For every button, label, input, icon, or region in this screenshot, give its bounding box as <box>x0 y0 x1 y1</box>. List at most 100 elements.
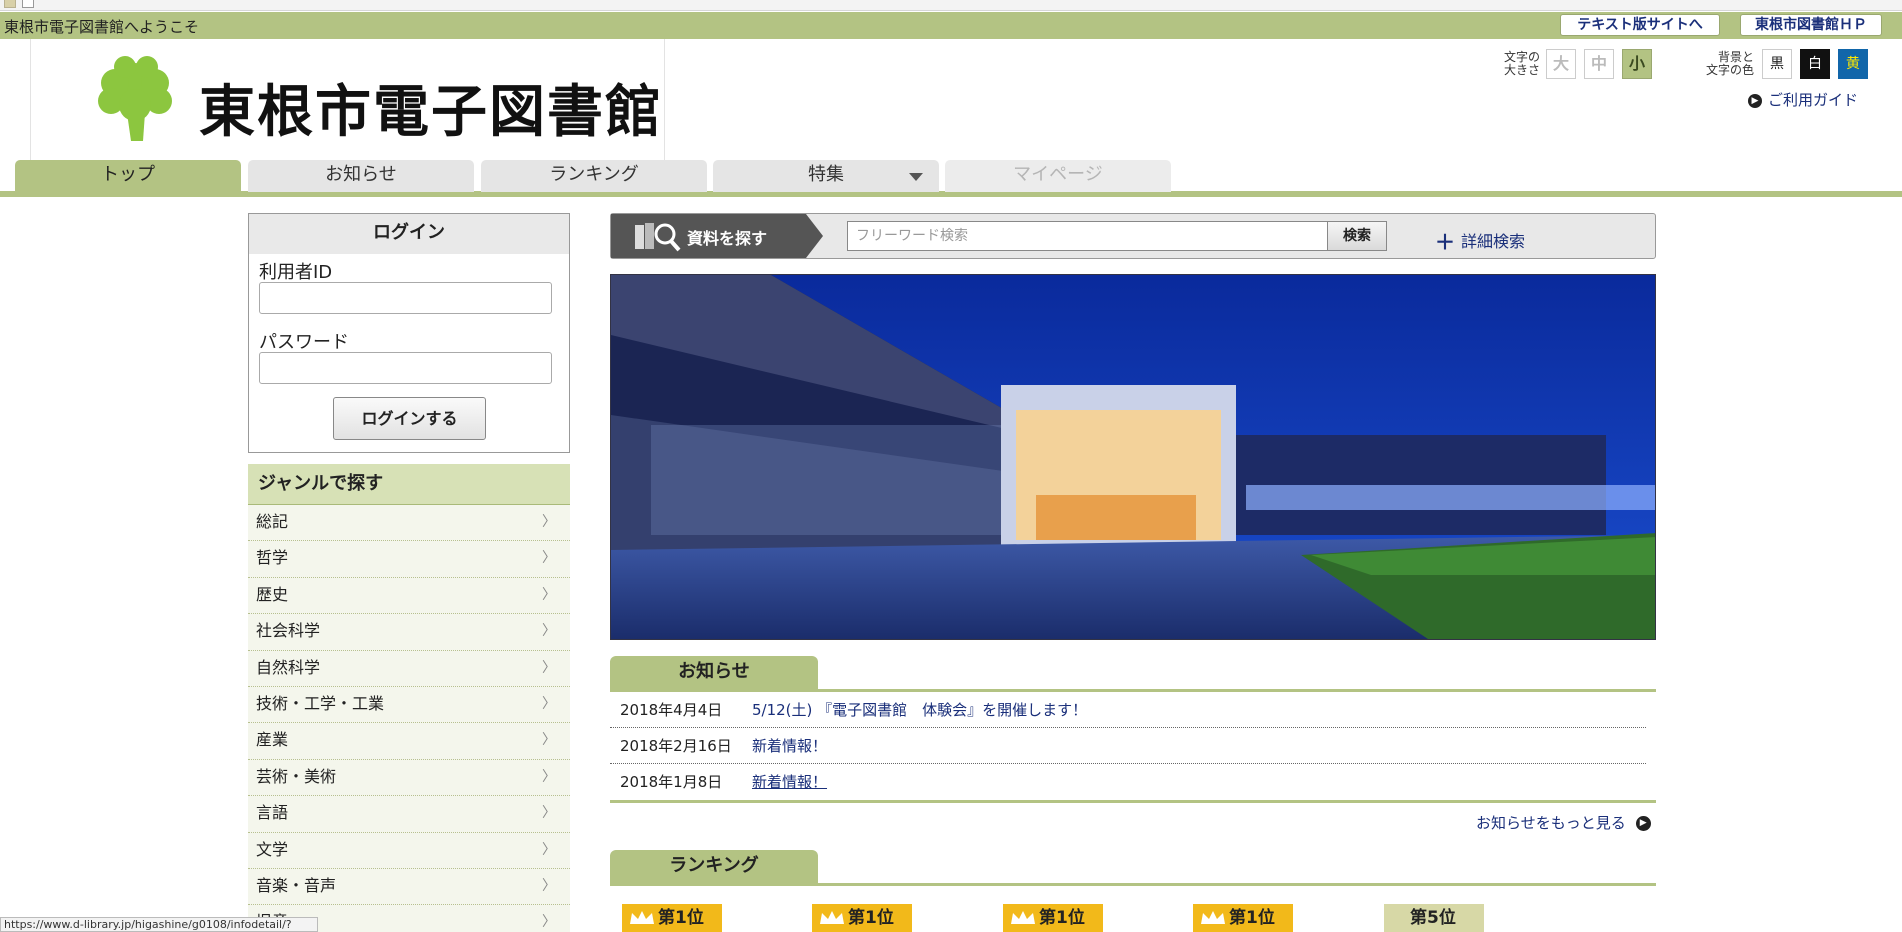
color-white-button[interactable]: 白 <box>1800 49 1830 79</box>
rank-badge: 第1位 <box>1003 904 1103 932</box>
notice-row[interactable]: 2018年1月8日 新着情報！ <box>610 764 1646 800</box>
login-heading: ログイン <box>249 214 569 254</box>
library-hp-link[interactable]: 東根市図書館ＨＰ <box>1740 14 1882 36</box>
genre-heading: ジャンルで探す <box>248 464 570 505</box>
usage-guide-label: ご利用ガイド <box>1768 91 1859 109</box>
rank-badge: 第5位 <box>1384 904 1484 932</box>
site-header: 東根市電子図書館 文字の 大きさ 大 中 小 背景と 文字の色 黒 白 黄 ▶ ご… <box>0 39 1902 160</box>
genre-item-language[interactable]: 言語 〉 <box>248 796 570 833</box>
notice-date: 2018年4月4日 <box>620 701 723 719</box>
font-size-large-button[interactable]: 大 <box>1546 49 1576 79</box>
tab-ranking[interactable]: ランキング <box>481 160 707 192</box>
notices-heading: お知らせ <box>610 656 818 690</box>
more-notices-link[interactable]: お知らせをもっと見る ▶ <box>1476 812 1651 833</box>
tab-top[interactable]: トップ <box>15 160 241 192</box>
genre-item-label: 社会科学 <box>256 621 321 641</box>
ranking-heading: ランキング <box>610 850 818 884</box>
notice-row[interactable]: 2018年4月4日 5/12(土) 『電子図書館 体験会』を開催します！ <box>610 692 1646 728</box>
color-label-line2: 文字の色 <box>1705 63 1754 77</box>
chevron-right-icon: 〉 <box>542 841 556 858</box>
color-black-button[interactable]: 黒 <box>1762 49 1792 79</box>
ranking-divider <box>610 883 1656 886</box>
usage-guide-link[interactable]: ▶ ご利用ガイド <box>1748 89 1858 110</box>
genre-item-philosophy[interactable]: 哲学 〉 <box>248 541 570 578</box>
notice-date: 2018年2月16日 <box>620 737 732 755</box>
rank-badge: 第1位 <box>622 904 722 932</box>
page-icon <box>22 0 34 8</box>
advanced-search-label: 詳細検索 <box>1461 232 1526 251</box>
user-id-label: 利用者ID <box>259 262 333 283</box>
notice-title-link[interactable]: 5/12(土) 『電子図書館 体験会』を開催します！ <box>752 692 1087 728</box>
search-label-box: 資料を探す <box>611 214 823 258</box>
arrow-right-icon: ▶ <box>1635 816 1651 831</box>
chevron-right-icon: 〉 <box>542 877 556 894</box>
chevron-right-icon: 〉 <box>542 732 556 749</box>
chevron-right-icon: 〉 <box>542 805 556 822</box>
notice-date: 2018年1月8日 <box>620 773 723 791</box>
rank-badge: 第1位 <box>812 904 912 932</box>
genre-item-art[interactable]: 芸術・美術 〉 <box>248 759 570 797</box>
genre-item-label: 哲学 <box>256 548 289 568</box>
rank-label: 第1位 <box>1229 908 1275 928</box>
crown-icon <box>630 911 654 924</box>
tab-feature-label: 特集 <box>808 164 844 185</box>
rank-label: 第5位 <box>1410 908 1456 928</box>
genre-item-label: 歴史 <box>256 584 289 604</box>
crown-icon <box>1201 911 1225 924</box>
font-size-medium-button[interactable]: 中 <box>1584 49 1614 79</box>
search-bar: 資料を探す フリーワード検索 検索 ＋ 詳細検索 <box>610 213 1656 259</box>
tree-logo-icon <box>98 56 172 141</box>
notice-title-link[interactable]: 新着情報！ <box>752 728 827 764</box>
main-nav: トップ お知らせ ランキング 特集 マイページ <box>0 160 1902 198</box>
font-size-small-button[interactable]: 小 <box>1622 49 1652 79</box>
password-input[interactable] <box>259 352 552 384</box>
chevron-right-icon: 〉 <box>542 550 556 567</box>
notice-row[interactable]: 2018年2月16日 新着情報！ <box>610 728 1646 764</box>
user-id-input[interactable] <box>259 282 552 314</box>
chevron-right-icon: 〉 <box>542 914 556 931</box>
arrow-right-icon: ▶ <box>1748 93 1762 108</box>
tab-news[interactable]: お知らせ <box>248 160 474 192</box>
chevron-right-icon: 〉 <box>542 659 556 676</box>
genre-item-label: 芸術・美術 <box>256 766 337 786</box>
font-size-label-line2: 大きさ <box>1503 63 1540 77</box>
font-size-label: 文字の 大きさ <box>1490 51 1540 77</box>
login-panel: ログイン 利用者ID パスワード ログインする <box>248 213 570 453</box>
chevron-right-icon: 〉 <box>542 514 556 530</box>
notices-bottom-divider <box>610 800 1656 803</box>
genre-list: 総記〉 哲学〉 歴史〉 社会科学〉 自然科学〉 技術・工学・工業〉 産業〉 芸術… <box>248 505 570 932</box>
genre-item-social-science[interactable]: 社会科学 〉 <box>248 614 570 651</box>
text-site-link[interactable]: テキスト版サイトへ <box>1560 14 1720 36</box>
rank-label: 第1位 <box>848 908 894 928</box>
notice-title-link[interactable]: 新着情報！ <box>752 764 827 800</box>
plus-icon: ＋ <box>1435 230 1455 254</box>
search-label: 資料を探す <box>687 229 768 248</box>
status-bar-url: https://www.d-library.jp/higashine/g0108… <box>0 917 318 932</box>
genre-item-natural-science[interactable]: 自然科学 〉 <box>248 650 570 687</box>
color-yellow-button[interactable]: 黄 <box>1838 49 1868 79</box>
crown-icon <box>1011 911 1035 924</box>
welcome-text: 東根市電子図書館へようこそ <box>4 18 200 36</box>
search-button[interactable]: 検索 <box>1327 221 1387 251</box>
chevron-right-icon: 〉 <box>542 695 556 712</box>
site-logo[interactable]: 東根市電子図書館 <box>30 39 665 160</box>
genre-item-history[interactable]: 歴史 〉 <box>248 577 570 615</box>
genre-item-technology[interactable]: 技術・工学・工業 〉 <box>248 686 570 724</box>
genre-item-industry[interactable]: 産業 〉 <box>248 723 570 760</box>
tab-mypage: マイページ <box>945 160 1171 192</box>
chevron-right-icon: 〉 <box>542 586 556 603</box>
genre-item-literature[interactable]: 文学 〉 <box>248 832 570 869</box>
search-input[interactable]: フリーワード検索 <box>847 221 1329 251</box>
genre-item-general[interactable]: 総記 〉 <box>248 505 570 542</box>
password-label: パスワード <box>259 332 349 353</box>
rank-label: 第1位 <box>1039 908 1085 928</box>
tab-feature[interactable]: 特集 <box>713 160 939 192</box>
chevron-right-icon: 〉 <box>542 623 556 640</box>
rank-label: 第1位 <box>658 908 704 928</box>
advanced-search-link[interactable]: ＋ 詳細検索 <box>1435 226 1525 255</box>
login-button[interactable]: ログインする <box>333 397 486 440</box>
favicon-icon <box>4 0 16 8</box>
genre-item-music[interactable]: 音楽・音声 〉 <box>248 868 570 906</box>
genre-item-label: 総記 <box>256 512 289 531</box>
dropdown-arrow-icon <box>909 173 923 181</box>
